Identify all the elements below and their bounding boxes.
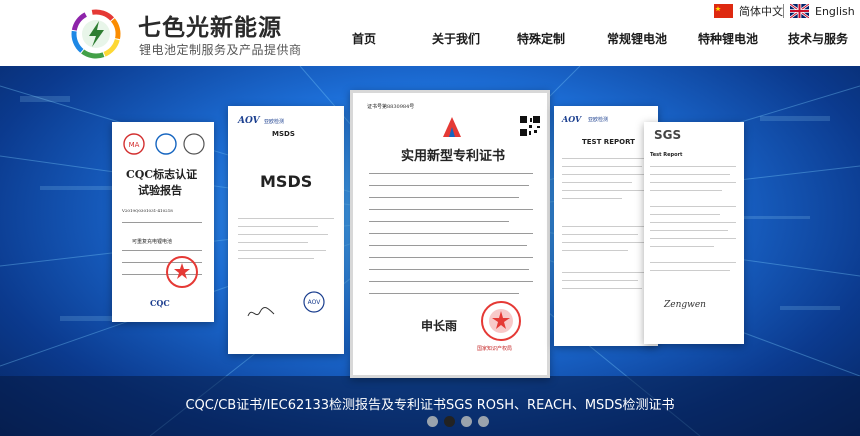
language-chinese[interactable]: 简体中文 <box>714 2 783 20</box>
patent-number: 证书号第8830984号 <box>367 104 415 110</box>
cqc-red-stamp <box>166 256 198 288</box>
language-english-label: English <box>815 4 855 18</box>
nav-item-custom[interactable]: 特殊定制 <box>517 30 565 47</box>
cqc-product: 可重复充电锂电池 <box>132 239 173 245</box>
china-flag-icon <box>714 4 733 18</box>
msds-big-title: MSDS <box>260 172 313 191</box>
certificate-patent[interactable]: 证书号第8830984号 实用新型专利证书 申长雨 国家知识产权局 <box>350 90 550 378</box>
hero-banner[interactable]: MA CQC标志认证 试验报告 V2019Q0301031-410218 可重复… <box>0 66 860 436</box>
sgs-signature: Zengwen <box>664 300 706 310</box>
svg-text:MA: MA <box>129 141 140 149</box>
msds-brand: AOV <box>238 116 260 126</box>
language-chinese-label: 简体中文 <box>739 5 783 18</box>
cqc-title: CQC标志认证 <box>126 168 198 181</box>
nav-item-special-battery[interactable]: 特种锂电池 <box>698 30 758 47</box>
main-nav: 首页 关于我们 特殊定制 常规锂电池 特种锂电池 技术与服务 <box>0 30 860 46</box>
carousel-dot-1[interactable] <box>427 416 438 427</box>
carousel-dot-4[interactable] <box>478 416 489 427</box>
certificate-msds[interactable]: AOV 亚欧检测 MSDS MSDS AOV <box>228 106 344 354</box>
nav-item-home[interactable]: 首页 <box>352 30 376 47</box>
carousel-dot-2[interactable] <box>444 416 455 427</box>
cqc-footer-logo: CQC <box>150 298 170 308</box>
cqc-subtitle: 试验报告 <box>138 184 182 197</box>
cqc-seal-icons: MA <box>123 133 205 155</box>
msds-title: MSDS <box>272 130 295 138</box>
svg-text:AOV: AOV <box>308 299 322 306</box>
language-divider <box>783 4 784 18</box>
patent-qr-code <box>519 115 541 137</box>
language-english[interactable]: English <box>790 2 855 20</box>
sgs-logo: SGS <box>654 128 682 142</box>
patent-office-emblem <box>443 117 461 137</box>
msds-brand-cn: 亚欧检测 <box>264 119 285 125</box>
msds-aov-seal: AOV <box>303 291 325 313</box>
sgs-heading: Test Report <box>650 152 683 158</box>
test-report-brand: AOV <box>562 114 582 124</box>
test-report-brand-cn: 亚欧检测 <box>588 117 609 123</box>
patent-signature: 申长雨 <box>421 319 458 333</box>
nav-item-about[interactable]: 关于我们 <box>432 30 480 47</box>
uk-flag-icon <box>790 4 809 18</box>
certificate-cqc[interactable]: MA CQC标志认证 试验报告 V2019Q0301031-410218 可重复… <box>112 122 214 322</box>
patent-seal-text: 国家知识产权局 <box>477 346 513 352</box>
test-report-title: TEST REPORT <box>582 138 635 146</box>
patent-red-seal <box>481 301 521 341</box>
carousel-dots <box>427 416 489 427</box>
certificate-sgs[interactable]: SGS Test Report Zengwen <box>644 122 744 344</box>
patent-title: 实用新型专利证书 <box>401 149 506 164</box>
banner-caption: CQC/CB证书/IEC62133检测报告及专利证书SGS ROSH、REACH… <box>185 398 675 413</box>
nav-item-standard-battery[interactable]: 常规锂电池 <box>607 30 667 47</box>
site-header: 七色光新能源 锂电池定制服务及产品提供商 简体中文 English 首页 关于我… <box>0 0 860 66</box>
cqc-report-no: V2019Q0301031-410218 <box>122 208 173 213</box>
carousel-dot-3[interactable] <box>461 416 472 427</box>
nav-item-tech-service[interactable]: 技术与服务 <box>788 30 848 47</box>
msds-signature <box>247 307 275 317</box>
certificate-test-report[interactable]: AOV 亚欧检测 TEST REPORT <box>554 106 658 346</box>
